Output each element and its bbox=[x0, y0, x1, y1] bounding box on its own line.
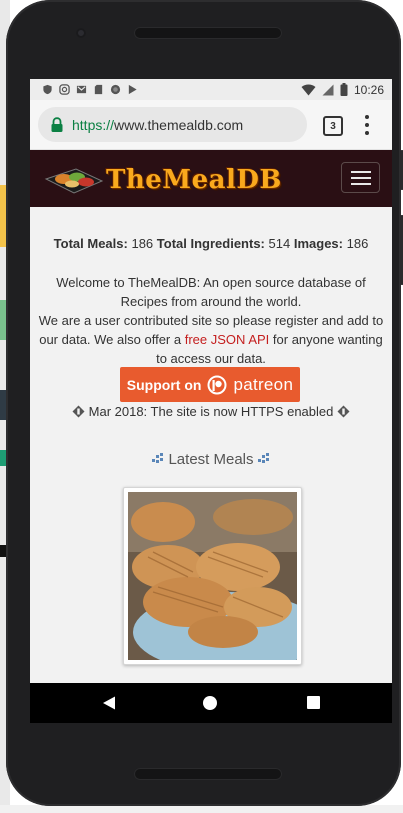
lock-icon[interactable] bbox=[50, 116, 64, 133]
url-scheme: https:// bbox=[72, 116, 115, 133]
latest-meals-heading: Latest Meals bbox=[30, 451, 392, 468]
site-menu-button[interactable] bbox=[341, 162, 380, 193]
signal-icon bbox=[322, 84, 334, 95]
patreon-label: Support on bbox=[126, 376, 202, 393]
missing-glyph-icon bbox=[337, 405, 350, 418]
latest-meals-label: Latest Meals bbox=[168, 451, 254, 468]
sd-card-icon bbox=[94, 84, 103, 95]
grid-icon bbox=[152, 453, 164, 463]
ingredients-label: Total Ingredients: bbox=[156, 236, 265, 251]
images-label: Images: bbox=[293, 236, 343, 251]
missing-glyph-icon bbox=[72, 405, 85, 418]
logo-text: TheMealDB bbox=[106, 165, 282, 195]
bottom-speaker bbox=[134, 768, 282, 780]
free-json-api-link[interactable]: free JSON API bbox=[185, 332, 270, 347]
welcome-text: Welcome to TheMealDB: An open source dat… bbox=[34, 273, 388, 368]
tab-switcher-button[interactable]: 3 bbox=[323, 116, 343, 136]
recent-apps-icon[interactable] bbox=[307, 696, 320, 709]
top-speaker bbox=[134, 27, 282, 39]
android-nav-bar bbox=[30, 683, 392, 723]
status-time: 10:26 bbox=[353, 82, 384, 97]
back-icon[interactable] bbox=[102, 696, 116, 710]
shield-icon bbox=[43, 84, 52, 95]
tab-count: 3 bbox=[330, 120, 336, 132]
site-stats: Total Meals: 186 Total Ingredients: 514 … bbox=[30, 236, 392, 251]
home-icon[interactable] bbox=[203, 696, 217, 710]
https-notice: Mar 2018: The site is now HTTPS enabled bbox=[30, 404, 392, 419]
battery-icon bbox=[340, 83, 348, 96]
browser-toolbar: https://www.themealdb.com 3 bbox=[30, 100, 392, 150]
patreon-icon bbox=[207, 375, 227, 394]
food-tray-icon bbox=[44, 168, 104, 194]
site-logo[interactable]: TheMealDB bbox=[44, 159, 294, 199]
url-host: www.themealdb.com bbox=[114, 116, 244, 133]
meals-count: 186 bbox=[131, 236, 154, 251]
patreon-button[interactable]: Support on patreon bbox=[120, 367, 300, 402]
phone-frame: 10:26 https://www.themealdb.com 3 TheMea… bbox=[6, 0, 403, 806]
latest-meal-card[interactable] bbox=[123, 487, 302, 665]
gmail-icon bbox=[76, 85, 87, 94]
meals-label: Total Meals: bbox=[53, 236, 128, 251]
front-camera bbox=[76, 28, 86, 38]
welcome-line-1: Welcome to TheMealDB: An open source dat… bbox=[56, 275, 366, 309]
background-bottom-strip bbox=[0, 805, 403, 813]
url-text[interactable]: https://www.themealdb.com bbox=[72, 117, 243, 133]
record-icon bbox=[110, 84, 121, 95]
status-bar: 10:26 bbox=[30, 79, 392, 100]
address-bar[interactable]: https://www.themealdb.com bbox=[38, 107, 307, 142]
main-content: Total Meals: 186 Total Ingredients: 514 … bbox=[30, 207, 392, 683]
phone-screen: 10:26 https://www.themealdb.com 3 TheMea… bbox=[30, 79, 392, 723]
meal-photo[interactable] bbox=[128, 492, 297, 660]
ingredients-count: 514 bbox=[268, 236, 291, 251]
wifi-icon bbox=[301, 84, 316, 95]
grid-icon bbox=[257, 453, 269, 463]
instagram-icon bbox=[59, 84, 70, 95]
browser-menu-button[interactable] bbox=[360, 115, 374, 135]
images-count: 186 bbox=[346, 236, 369, 251]
notice-text: Mar 2018: The site is now HTTPS enabled bbox=[88, 404, 334, 419]
site-header: TheMealDB bbox=[30, 150, 392, 207]
patreon-brand: patreon bbox=[233, 374, 294, 394]
play-store-icon bbox=[128, 84, 137, 95]
